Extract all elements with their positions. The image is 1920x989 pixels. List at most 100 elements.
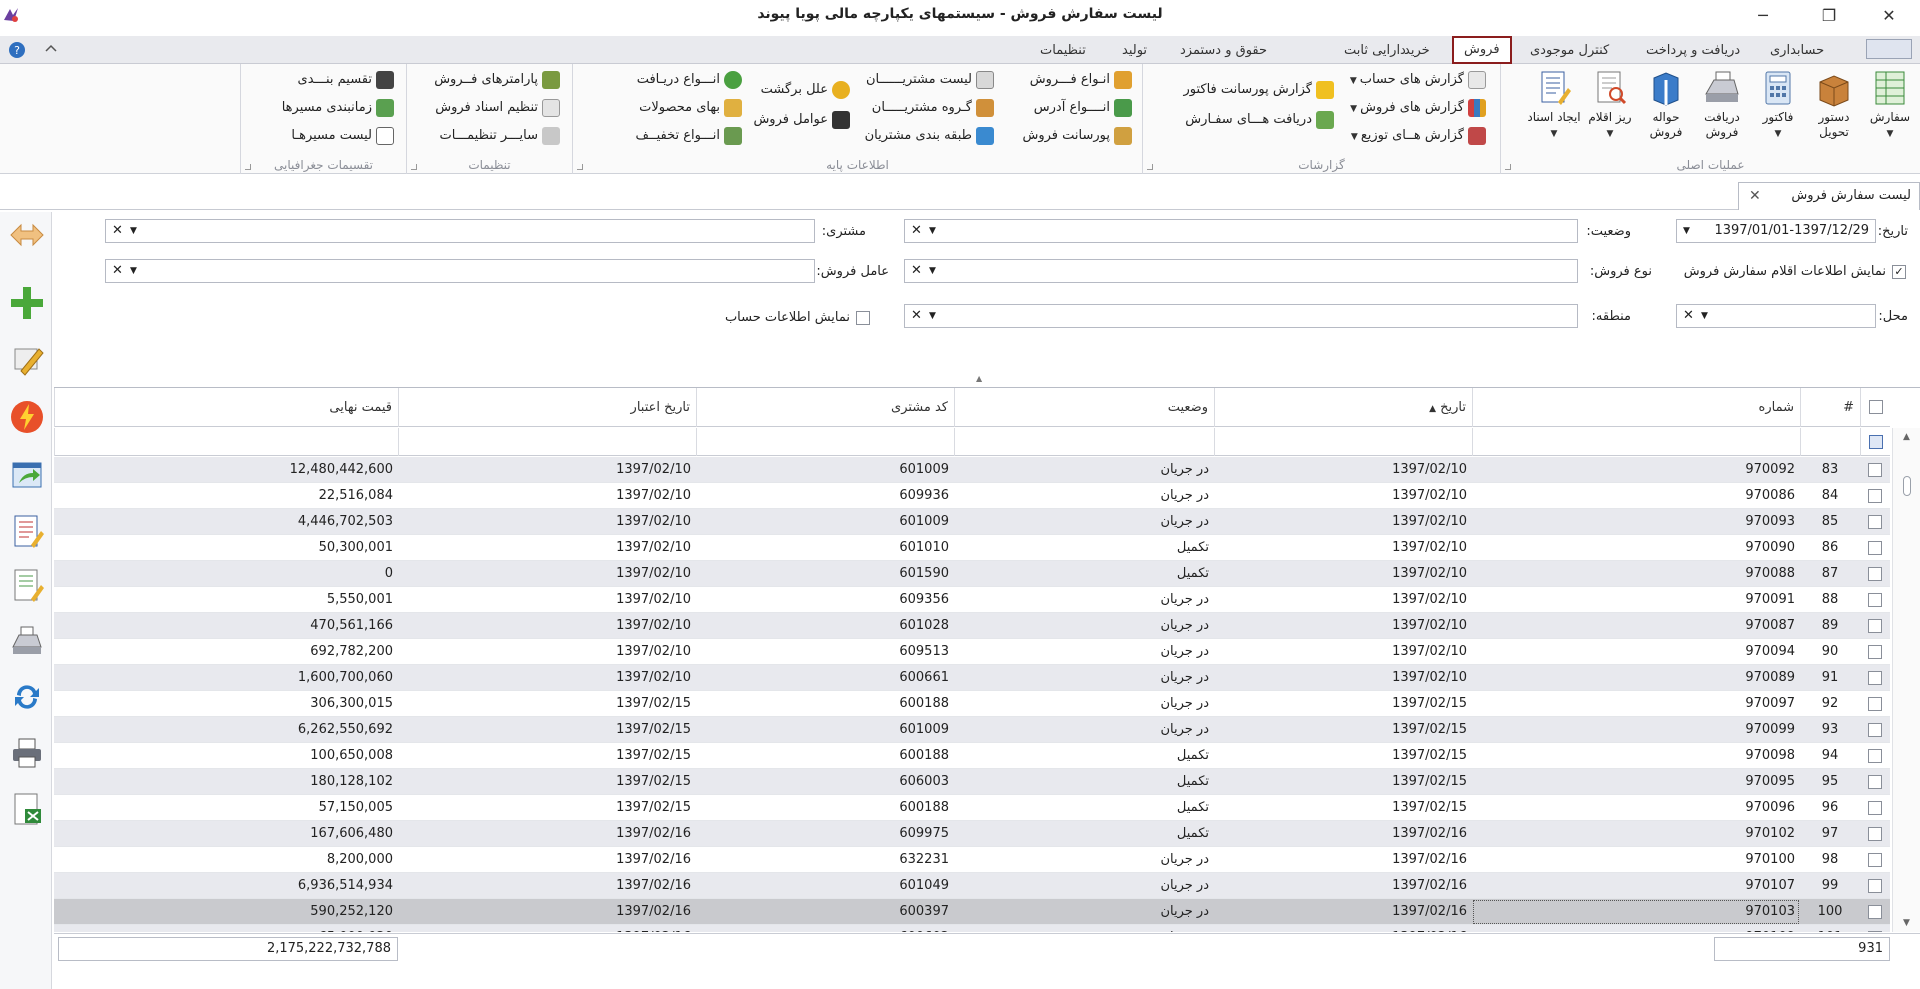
cell-index[interactable]: 96 bbox=[1800, 795, 1860, 821]
tab-sales-order-list[interactable]: لیست سفارش فروش ✕ bbox=[1738, 182, 1920, 210]
cell-number[interactable]: 970103 bbox=[1472, 899, 1800, 925]
chevron-down-icon[interactable]: ▼ bbox=[1701, 305, 1708, 327]
chevron-down-icon[interactable]: ▼ bbox=[1683, 220, 1690, 242]
row-checkbox[interactable] bbox=[1868, 593, 1882, 607]
cell-number[interactable]: 970086 bbox=[1472, 483, 1800, 509]
tab-production[interactable]: تولید bbox=[1122, 40, 1147, 62]
print-button[interactable] bbox=[8, 734, 46, 772]
tab-purchase[interactable]: خرید bbox=[1404, 40, 1430, 62]
cell-final-price[interactable]: 22,516,084 bbox=[54, 483, 398, 509]
col-index[interactable]: # bbox=[1800, 388, 1860, 427]
cash-register-button[interactable] bbox=[8, 622, 46, 660]
route-list-button[interactable]: لیست مسیرهـا bbox=[291, 124, 394, 148]
col-expiry-date[interactable]: تاریخ اعتبار bbox=[398, 388, 696, 427]
cell-date[interactable]: 1397/02/15 bbox=[1214, 795, 1472, 821]
cell-customer-code[interactable]: 609513 bbox=[696, 639, 954, 665]
cell-status[interactable]: در جریان bbox=[954, 509, 1214, 535]
cell-number[interactable]: 970088 bbox=[1472, 561, 1800, 587]
row-checkbox[interactable] bbox=[1868, 489, 1882, 503]
cell-final-price[interactable]: 12,480,442,600 bbox=[54, 457, 398, 483]
report-button[interactable] bbox=[8, 512, 46, 550]
row-checkbox[interactable] bbox=[1868, 931, 1882, 932]
sales-receipt-button[interactable]: دریافت فروش bbox=[1695, 68, 1749, 140]
filter-cell-expiry[interactable] bbox=[398, 428, 696, 456]
close-window-button[interactable]: ✕ bbox=[1866, 0, 1912, 30]
row-checkbox[interactable] bbox=[1868, 541, 1882, 555]
chevron-down-icon[interactable]: ▼ bbox=[130, 220, 137, 242]
clear-icon[interactable]: ✕ bbox=[1683, 305, 1694, 327]
cell-expiry-date[interactable]: 1397/02/16 bbox=[398, 925, 696, 932]
cell-date[interactable]: 1397/02/15 bbox=[1214, 743, 1472, 769]
cell-final-price[interactable]: 1,600,700,060 bbox=[54, 665, 398, 691]
delivery-order-button[interactable]: دستور تحویل bbox=[1807, 68, 1861, 140]
cell-index[interactable]: 95 bbox=[1800, 769, 1860, 795]
cell-final-price[interactable]: 167,606,480 bbox=[54, 821, 398, 847]
cell-customer-code[interactable]: 609356 bbox=[696, 587, 954, 613]
geo-division-button[interactable]: تقسیم بنـــدی bbox=[298, 68, 394, 92]
cell-status[interactable]: در جریان bbox=[954, 873, 1214, 899]
table-row[interactable]: 87 970088 1397/02/10 تکمیل 601590 1397/02/10 0 bbox=[54, 561, 1890, 587]
table-row[interactable]: 97 970102 1397/02/16 تکمیل 609975 1397/02/16 1… bbox=[54, 821, 1890, 847]
cell-number[interactable]: 970092 bbox=[1472, 457, 1800, 483]
row-checkbox[interactable] bbox=[1868, 827, 1882, 841]
sales-transfer-button[interactable]: حواله فروش bbox=[1639, 68, 1693, 140]
cell-index[interactable]: 93 bbox=[1800, 717, 1860, 743]
scroll-down-icon[interactable]: ▼ bbox=[1903, 918, 1910, 928]
excel-export-button[interactable] bbox=[8, 790, 46, 828]
row-checkbox[interactable] bbox=[1868, 619, 1882, 633]
cell-date[interactable]: 1397/02/16 bbox=[1214, 821, 1472, 847]
cell-index[interactable]: 89 bbox=[1800, 613, 1860, 639]
cell-final-price[interactable]: 6,936,514,934 bbox=[54, 873, 398, 899]
cell-customer-code[interactable]: 600188 bbox=[696, 743, 954, 769]
table-row[interactable]: 91 970089 1397/02/10 در جریان 600661 1397/02/… bbox=[54, 665, 1890, 691]
cell-expiry-date[interactable]: 1397/02/10 bbox=[398, 561, 696, 587]
cell-customer-code[interactable]: 601009 bbox=[696, 509, 954, 535]
clear-icon[interactable]: ✕ bbox=[911, 260, 922, 282]
row-checkbox[interactable] bbox=[1868, 879, 1882, 893]
tab-receipts-payments[interactable]: دریافت و پرداخت bbox=[1646, 40, 1740, 62]
cell-status[interactable]: در جریان bbox=[954, 457, 1214, 483]
cell-number[interactable]: 970087 bbox=[1472, 613, 1800, 639]
cell-number[interactable]: 970097 bbox=[1472, 691, 1800, 717]
cell-status[interactable]: در جریان bbox=[954, 847, 1214, 873]
tab-payroll[interactable]: حقوق و دستمزد bbox=[1180, 40, 1267, 62]
filter-cell-date[interactable] bbox=[1214, 428, 1472, 456]
cell-number[interactable]: 970109 bbox=[1472, 925, 1800, 932]
select-all-checkbox[interactable] bbox=[1869, 400, 1883, 414]
cell-index[interactable]: 92 bbox=[1800, 691, 1860, 717]
cell-customer-code[interactable]: 601009 bbox=[696, 457, 954, 483]
cell-customer-code[interactable]: 600397 bbox=[696, 899, 954, 925]
clear-icon[interactable]: ✕ bbox=[911, 305, 922, 327]
cell-expiry-date[interactable]: 1397/02/10 bbox=[398, 639, 696, 665]
chevron-down-icon[interactable]: ▼ bbox=[130, 260, 137, 282]
cell-number[interactable]: 970098 bbox=[1472, 743, 1800, 769]
col-status[interactable]: وضعیت bbox=[954, 388, 1214, 427]
col-date[interactable]: تاریخ ▲ bbox=[1214, 388, 1472, 427]
cell-number[interactable]: 970089 bbox=[1472, 665, 1800, 691]
item-details-button[interactable]: ریز اقلام ▼ bbox=[1583, 68, 1637, 142]
cell-number[interactable]: 970093 bbox=[1472, 509, 1800, 535]
chevron-down-icon[interactable]: ▼ bbox=[929, 305, 936, 327]
cell-index[interactable]: 86 bbox=[1800, 535, 1860, 561]
scroll-up-icon[interactable]: ▲ bbox=[1903, 432, 1910, 442]
filter-toggle-icon[interactable] bbox=[1869, 435, 1883, 449]
cell-expiry-date[interactable]: 1397/02/15 bbox=[398, 743, 696, 769]
cell-final-price[interactable]: 6,262,550,692 bbox=[54, 717, 398, 743]
group-expand-icon[interactable] bbox=[245, 164, 251, 170]
cell-final-price[interactable]: 0 bbox=[54, 561, 398, 587]
region-select[interactable]: ✕ ▼ bbox=[904, 304, 1578, 328]
table-row[interactable]: 98 970100 1397/02/16 در جریان 632231 1397/02/… bbox=[54, 847, 1890, 873]
col-final-price[interactable]: قیمت نهایی bbox=[54, 388, 398, 427]
table-row[interactable]: 85 970093 1397/02/10 در جریان 601009 1397/02/… bbox=[54, 509, 1890, 535]
distribution-reports-button[interactable]: گزارش هــای توزیع▼ bbox=[1348, 124, 1486, 148]
cell-index[interactable]: 88 bbox=[1800, 587, 1860, 613]
cell-status[interactable]: تکمیل bbox=[954, 743, 1214, 769]
quick-action-button[interactable] bbox=[8, 398, 46, 436]
cell-final-price[interactable]: 692,782,200 bbox=[54, 639, 398, 665]
table-row[interactable]: 90 970094 1397/02/10 در جریان 609513 1397/02/… bbox=[54, 639, 1890, 665]
cell-customer-code[interactable]: 601028 bbox=[696, 613, 954, 639]
cell-customer-code[interactable]: 601590 bbox=[696, 561, 954, 587]
cell-status[interactable]: در جریان bbox=[954, 639, 1214, 665]
invoice-commission-report-button[interactable]: گزارش پورسانت فاکتور bbox=[1183, 78, 1334, 102]
date-range-field[interactable]: 1397/01/01-1397/12/29 ▼ bbox=[1676, 219, 1876, 243]
